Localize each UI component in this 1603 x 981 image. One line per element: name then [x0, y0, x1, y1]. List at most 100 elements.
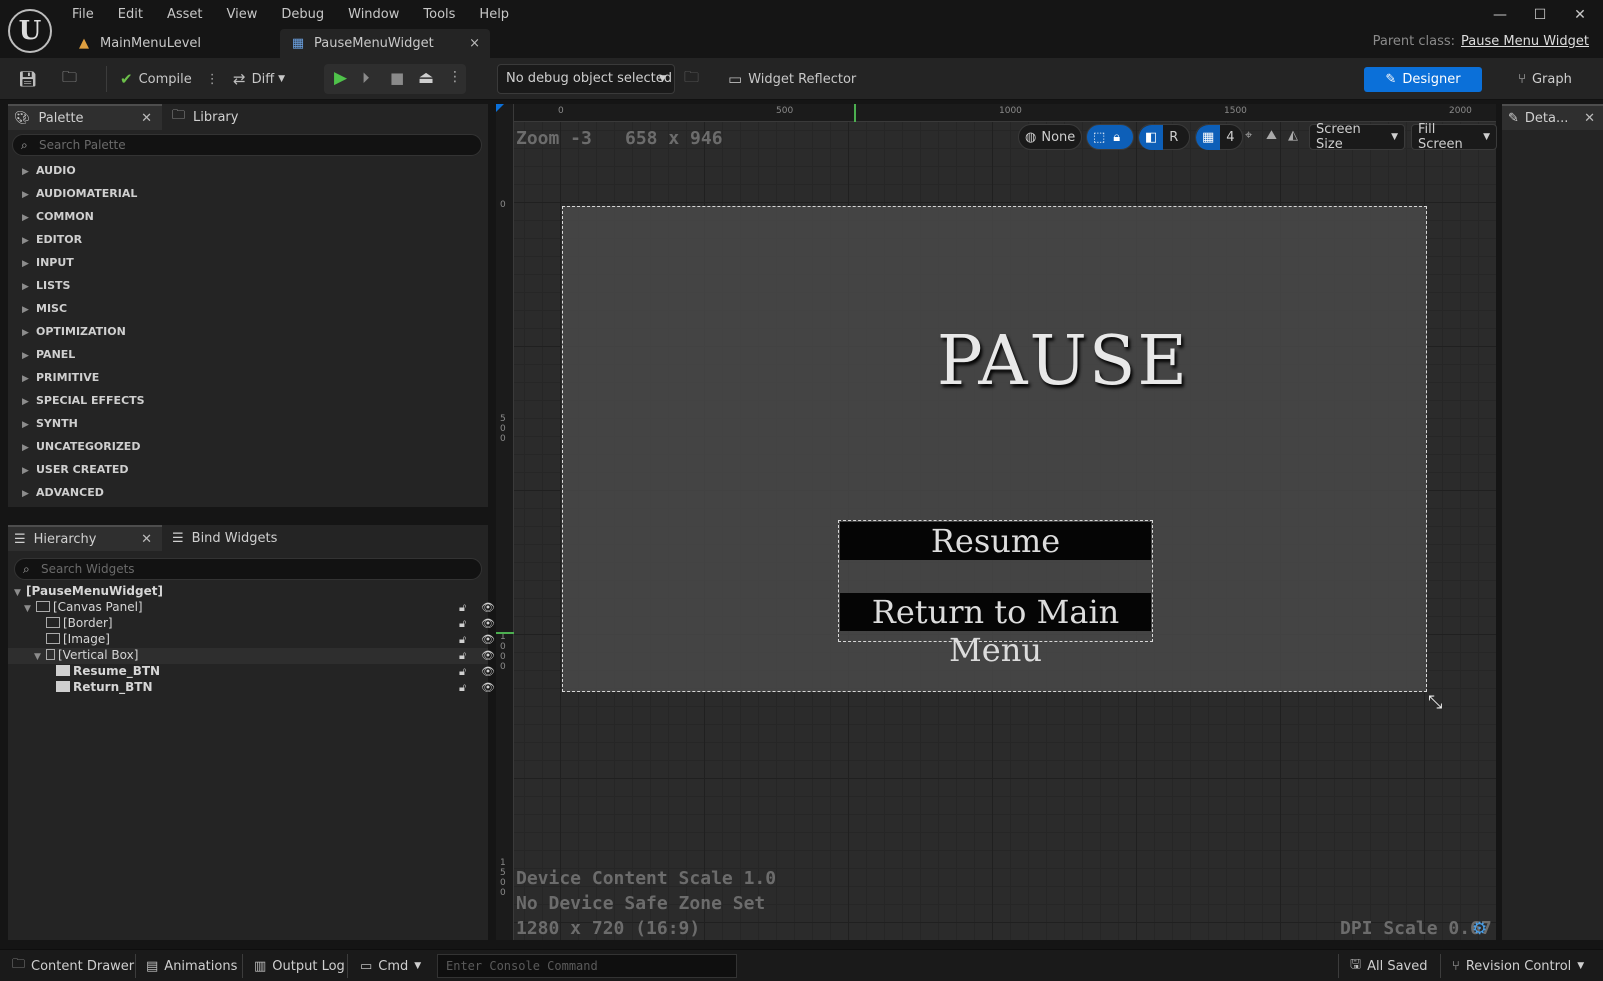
tab-main-menu-level[interactable]: ▲ MainMenuLevel — [66, 29, 278, 58]
menu-asset[interactable]: Asset — [155, 4, 215, 26]
menu-tools[interactable]: Tools — [411, 4, 467, 26]
stop-icon[interactable]: ■ — [390, 69, 404, 87]
menu-window[interactable]: Window — [336, 4, 411, 26]
category-input[interactable]: ▶ INPUT — [22, 256, 74, 269]
menu-debug[interactable]: Debug — [269, 4, 336, 26]
category-synth[interactable]: ▶ SYNTH — [22, 417, 78, 430]
browse-button[interactable]: 🗀︎ — [62, 64, 83, 94]
revision-control-button[interactable]: ⑂ Revision Control ▼ — [1452, 955, 1584, 977]
all-saved-button[interactable]: 🖫︎ All Saved — [1350, 955, 1428, 977]
category-lists[interactable]: ▶ LISTS — [22, 279, 70, 292]
category-editor[interactable]: ▶ EDITOR — [22, 233, 82, 246]
minimize-button[interactable]: — — [1480, 4, 1520, 26]
tab-palette[interactable]: 🎨︎ Palette ✕ — [8, 104, 162, 130]
category-advanced[interactable]: ▶ ADVANCED — [22, 486, 104, 499]
search-widgets-input[interactable]: ⌕ Search Widgets — [14, 558, 482, 580]
maximize-button[interactable]: ☐ — [1520, 4, 1560, 26]
category-common[interactable]: ▶ COMMON — [22, 210, 94, 223]
category-uncategorized[interactable]: ▶ UNCATEGORIZED — [22, 440, 140, 453]
tree-node-border[interactable]: [Border] — [46, 616, 113, 630]
debug-browse-button[interactable]: 🗀︎ — [684, 64, 705, 94]
grid-snap-toggle[interactable]: ▦ 4 — [1195, 124, 1243, 150]
eye-icon[interactable]: 👁︎ — [481, 681, 495, 695]
unlock-icon[interactable]: 🔓︎ — [459, 665, 466, 679]
category-user-created[interactable]: ▶ USER CREATED — [22, 463, 129, 476]
tree-node-vertical-box[interactable]: ▼ [Vertical Box] — [34, 648, 138, 662]
menu-view[interactable]: View — [215, 4, 270, 26]
tab-library[interactable]: 🗀︎ Library — [172, 104, 312, 130]
tab-details[interactable]: ✎ Deta... ✕ — [1502, 104, 1603, 130]
eject-icon[interactable]: ⏏ — [418, 68, 434, 88]
unlock-icon[interactable]: 🔓︎ — [459, 681, 466, 695]
eye-icon[interactable]: 👁︎ — [481, 633, 495, 647]
menu-edit[interactable]: Edit — [106, 4, 155, 26]
pause-title-text[interactable]: PAUSE — [863, 322, 1263, 401]
graph-mode-button[interactable]: ⑂ Graph — [1500, 67, 1590, 92]
flip-icon[interactable]: ◭ — [1288, 128, 1298, 143]
menu-help[interactable]: Help — [467, 4, 521, 26]
eye-icon[interactable]: 👁︎ — [481, 649, 495, 663]
category-audio[interactable]: ▶ AUDIO — [22, 164, 76, 177]
background-image-icon[interactable]: ⛰︎ — [1266, 128, 1277, 143]
tab-bind-widgets[interactable]: ☰ Bind Widgets — [172, 525, 332, 551]
screen-size-dropdown[interactable]: Screen Size ▼ — [1309, 122, 1405, 152]
animations-button[interactable]: ▤ Animations — [146, 955, 237, 977]
tab-pause-menu-widget[interactable]: ▦ PauseMenuWidget × — [280, 29, 490, 58]
diff-button[interactable]: ⇄ Diff ▼ — [233, 64, 285, 94]
close-tab-icon[interactable]: × — [469, 36, 480, 51]
vertical-box[interactable]: Resume Return to Main Menu — [838, 520, 1153, 669]
step-icon[interactable]: ⏵ — [362, 69, 370, 87]
cmd-dropdown[interactable]: ▭ Cmd ▼ — [360, 955, 421, 977]
resume-button[interactable]: Resume — [840, 522, 1151, 560]
tab-hierarchy[interactable]: ☰ Hierarchy ✕ — [8, 525, 162, 551]
compile-options-icon[interactable]: ⋮ — [206, 72, 219, 87]
respect-locks-toggle[interactable]: ⬚ 🔒︎ — [1086, 124, 1134, 150]
close-tab-icon[interactable]: ✕ — [141, 111, 152, 126]
play-options-icon[interactable]: ⋮ — [448, 69, 462, 85]
content-drawer-button[interactable]: 🗀︎ Content Drawer — [12, 955, 134, 977]
unreal-logo[interactable]: U — [8, 9, 52, 53]
unlock-icon[interactable]: 🔓︎ — [459, 633, 466, 647]
category-optimization[interactable]: ▶ OPTIMIZATION — [22, 325, 126, 338]
fill-screen-dropdown[interactable]: Fill Screen ▼ — [1411, 122, 1497, 152]
tree-node-resume-btn[interactable]: Resume_BTN — [56, 664, 160, 678]
parent-class-link[interactable]: Pause Menu Widget — [1461, 34, 1589, 49]
close-tab-icon[interactable]: ✕ — [1584, 111, 1595, 126]
compile-button[interactable]: ✔ Compile ⋮ — [120, 64, 219, 94]
ruler-tick-label: 2000 — [1449, 106, 1472, 116]
category-primitive[interactable]: ▶ PRIMITIVE — [22, 371, 99, 384]
search-palette-input[interactable]: ⌕ Search Palette — [12, 134, 482, 156]
tree-node-root[interactable]: ▼ [PauseMenuWidget] — [14, 584, 163, 598]
play-icon[interactable]: ▶ — [334, 68, 347, 88]
menu-file[interactable]: File — [60, 4, 106, 26]
debug-object-select[interactable]: No debug object selected ▼ — [497, 64, 675, 94]
eye-icon[interactable]: 👁︎ — [481, 665, 495, 679]
close-tab-icon[interactable]: ✕ — [141, 532, 152, 547]
category-panel[interactable]: ▶ PANEL — [22, 348, 75, 361]
search-placeholder: Search Palette — [39, 138, 126, 152]
category-special-effects[interactable]: ▶ SPECIAL EFFECTS — [22, 394, 145, 407]
eye-icon[interactable]: 👁︎ — [481, 617, 495, 631]
tree-node-image[interactable]: [Image] — [46, 632, 110, 646]
designer-mode-button[interactable]: ✎ Designer — [1364, 67, 1482, 92]
return-to-main-menu-button[interactable]: Return to Main Menu — [840, 593, 1151, 669]
unlock-icon[interactable]: 🔓︎ — [459, 601, 466, 615]
widget-reflector-button[interactable]: ▭ Widget Reflector — [728, 64, 856, 94]
console-command-input[interactable]: Enter Console Command — [437, 954, 737, 978]
dpi-settings-gear-icon[interactable]: ⚙ — [1472, 919, 1487, 939]
localization-preview-button[interactable]: ◍ None — [1018, 124, 1083, 150]
cursor-select-icon[interactable]: ⌖ — [1245, 128, 1252, 143]
widget-screen-bounds[interactable]: PAUSE Resume Return to Main Menu — [562, 206, 1427, 692]
category-misc[interactable]: ▶ MISC — [22, 302, 67, 315]
save-button[interactable]: 💾︎ — [18, 64, 43, 94]
eye-icon[interactable]: 👁︎ — [481, 601, 495, 615]
category-audiomaterial[interactable]: ▶ AUDIOMATERIAL — [22, 187, 137, 200]
resize-handle-icon[interactable]: ⤡ — [1428, 692, 1442, 713]
tree-node-canvas-panel[interactable]: ▼ [Canvas Panel] — [24, 600, 143, 614]
output-log-button[interactable]: ▥ Output Log — [254, 955, 345, 977]
snap-r-toggle[interactable]: ◧ R — [1138, 124, 1190, 150]
unlock-icon[interactable]: 🔓︎ — [459, 649, 466, 663]
unlock-icon[interactable]: 🔓︎ — [459, 617, 466, 631]
tree-node-return-btn[interactable]: Return_BTN — [56, 680, 153, 694]
close-window-button[interactable]: ✕ — [1560, 4, 1600, 26]
